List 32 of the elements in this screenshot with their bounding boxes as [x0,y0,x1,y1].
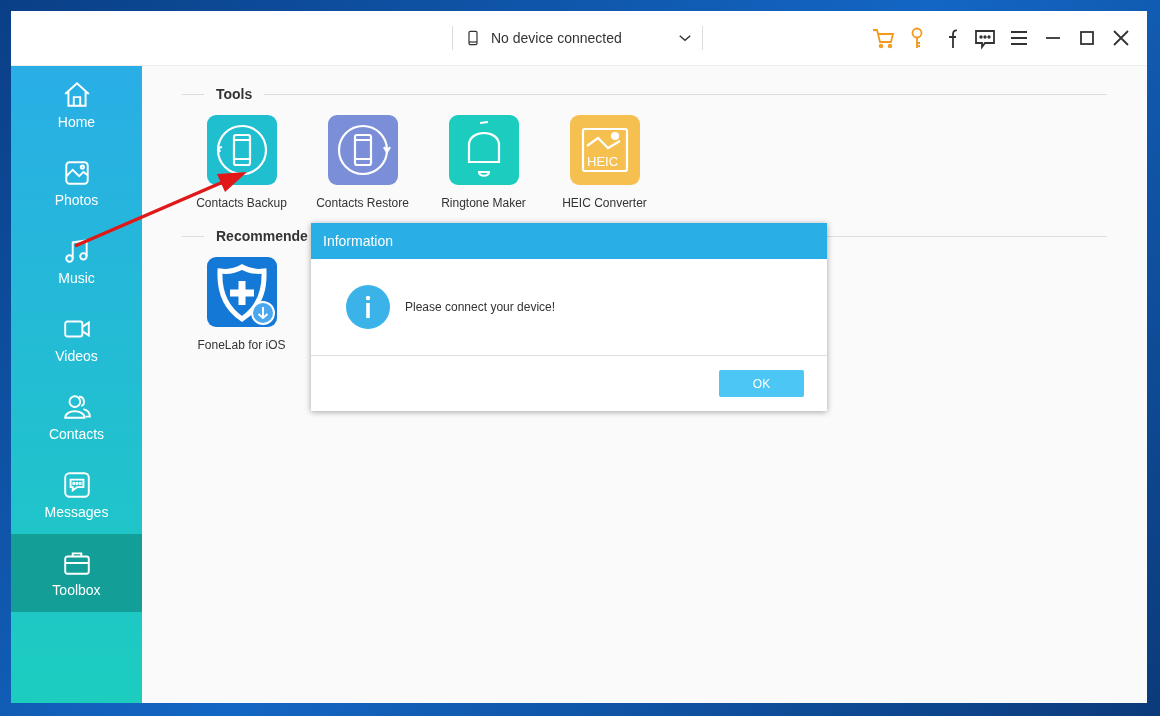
phone-icon [465,28,481,48]
ok-button[interactable]: OK [719,370,804,397]
tool-label[interactable]: Ringtone Maker [441,196,526,210]
dialog-message: Please connect your device! [405,300,556,314]
people-icon [61,392,92,422]
tool-label[interactable]: FoneLab for iOS [197,338,286,352]
section-heading: Recommende [216,228,308,244]
tool-label[interactable]: Contacts Backup [196,196,287,210]
app-tile[interactable]: HEIC [569,115,640,185]
tool-label[interactable]: Contacts Restore [316,196,409,210]
sidebar-item[interactable]: Messages [11,456,142,534]
sidebar-item[interactable]: Videos [11,300,142,378]
dialog-title: Information [323,233,394,249]
sidebar-item[interactable]: Home [11,66,142,144]
sidebar-item[interactable]: Music [11,222,142,300]
sidebar-item[interactable]: Contacts [11,378,142,456]
app-tile[interactable] [206,115,277,185]
tool-label[interactable]: HEIC Converter [562,196,647,210]
phone-restore-icon [337,124,391,176]
image-icon [581,127,628,173]
device-selector[interactable]: No device connected [452,26,703,50]
app-tile[interactable] [327,115,398,185]
info-icon [346,285,390,329]
app-tile[interactable] [448,115,519,185]
sidebar-item[interactable]: Photos [11,144,142,222]
chat-bubble-icon [61,470,92,500]
sidebar-item[interactable]: Toolbox [11,534,142,612]
section-heading: Tools [216,86,253,102]
icon-caption: HEIC [586,154,618,169]
bell-icon [467,120,500,177]
shield-plus-icon[interactable] [206,257,277,327]
phone-backup-icon [216,124,267,176]
